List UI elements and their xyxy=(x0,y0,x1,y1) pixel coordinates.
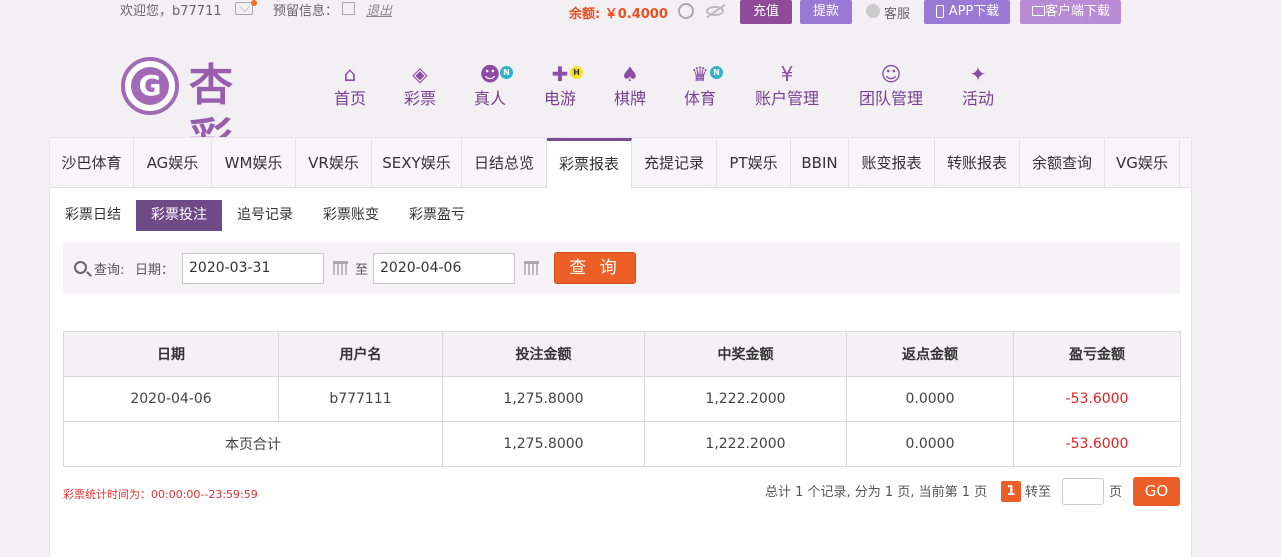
pager-goto-label: 转至 xyxy=(1025,485,1052,500)
pager-summary: 总计 1 个记录, 分为 1 页, 当前第 1 页 xyxy=(765,485,988,500)
tab-account-change[interactable]: 账变报表 xyxy=(849,138,935,188)
yen-icon: ¥ xyxy=(780,62,794,86)
cell-username: b777111 xyxy=(278,376,443,422)
pager-page-unit: 页 xyxy=(1109,485,1123,500)
end-date-input[interactable]: 2020-04-06 xyxy=(373,253,515,284)
tab-bbin[interactable]: BBIN xyxy=(791,138,849,188)
main-nav: ⌂ 首页 ◈ 彩票 ☻ 真人 N ✚ 电游 H ♠ 棋牌 ♛ 体育 N ¥ 账户… xyxy=(0,62,1281,122)
recharge-button[interactable]: 充值 xyxy=(740,0,792,24)
tab-vg[interactable]: VG娱乐 xyxy=(1105,138,1180,188)
pager-go-button[interactable]: GO xyxy=(1133,477,1180,506)
header-bet-amount: 投注金额 xyxy=(442,331,645,377)
customer-service-icon[interactable] xyxy=(866,4,880,18)
app-download-button[interactable]: APP下载 xyxy=(924,0,1010,24)
date-label: 日期： xyxy=(135,263,175,278)
header-profit-amount: 盈亏金额 xyxy=(1013,331,1181,377)
tab-sexy[interactable]: SEXY娱乐 xyxy=(372,138,462,188)
table-row: 2020-04-06 b777111 1,275.8000 1,222.2000… xyxy=(63,376,1181,422)
client-download-button[interactable]: 客户端下载 xyxy=(1020,0,1121,24)
reserved-info-label: 预留信息： xyxy=(273,4,339,19)
tab-daily-overview[interactable]: 日结总览 xyxy=(462,138,547,188)
subtab-lottery-profit[interactable]: 彩票盈亏 xyxy=(400,200,474,231)
header-date: 日期 xyxy=(63,331,279,377)
total-rebate-amount: 0.0000 xyxy=(846,421,1014,467)
tab-vr[interactable]: VR娱乐 xyxy=(296,138,372,188)
search-bar: 查询: 日期： 2020-03-31 至 2020-04-06 查 询 xyxy=(63,242,1180,294)
logout-link[interactable]: 退出 xyxy=(366,0,392,19)
nav-lottery[interactable]: ◈ 彩票 xyxy=(400,62,440,110)
pager-current-page[interactable]: 1 xyxy=(1001,481,1021,502)
search-icon xyxy=(74,261,87,274)
gift-icon: ✦ xyxy=(969,62,987,86)
tab-pt[interactable]: PT娱乐 xyxy=(717,138,791,188)
customer-service-link[interactable]: 客服 xyxy=(884,3,910,22)
tab-transfer-report[interactable]: 转账报表 xyxy=(935,138,1020,188)
cell-win-amount: 1,222.2000 xyxy=(644,376,847,422)
subtab-lottery-bets[interactable]: 彩票投注 xyxy=(136,200,222,231)
client-download-label: 客户端下载 xyxy=(1044,4,1110,19)
home-icon: ⌂ xyxy=(343,62,357,86)
total-profit-amount: -53.6000 xyxy=(1013,421,1181,467)
tab-balance-query[interactable]: 余额查询 xyxy=(1020,138,1105,188)
header-rebate-amount: 返点金额 xyxy=(846,331,1014,377)
ticket-icon: ◈ xyxy=(412,62,428,86)
tab-wm[interactable]: WM娱乐 xyxy=(212,138,296,188)
subtab-lottery-daily[interactable]: 彩票日结 xyxy=(56,200,130,231)
nav-home[interactable]: ⌂ 首页 xyxy=(330,62,370,110)
start-date-input[interactable]: 2020-03-31 xyxy=(182,253,324,284)
cards-icon: ♠ xyxy=(621,62,639,86)
new-badge: N xyxy=(710,66,723,79)
phone-icon xyxy=(936,5,944,18)
query-label: 查询: xyxy=(94,263,125,278)
report-tabs: 沙巴体育 AG娱乐 WM娱乐 VR娱乐 SEXY娱乐 日结总览 彩票报表 充提记… xyxy=(50,138,1191,189)
nav-egames[interactable]: ✚ 电游 H xyxy=(540,62,583,110)
total-win-amount: 1,222.2000 xyxy=(644,421,847,467)
table-header-row: 日期 用户名 投注金额 中奖金额 返点金额 盈亏金额 xyxy=(63,331,1181,377)
header-win-amount: 中奖金额 xyxy=(644,331,847,377)
nav-sports[interactable]: ♛ 体育 N xyxy=(680,62,723,110)
subtab-lottery-changes[interactable]: 彩票账变 xyxy=(314,200,388,231)
tab-saba-sports[interactable]: 沙巴体育 xyxy=(50,138,134,188)
app-download-label: APP下载 xyxy=(948,4,1000,19)
calendar-icon[interactable] xyxy=(333,261,348,275)
balance-amount: 余额: ￥0.4000 xyxy=(569,7,668,22)
refresh-icon[interactable] xyxy=(678,3,694,19)
top-bar: 欢迎您，b77711 预留信息： 退出 余额: ￥0.4000 充值 提款 客服… xyxy=(0,0,1281,28)
edit-icon[interactable] xyxy=(342,2,355,15)
hide-balance-icon[interactable] xyxy=(706,6,724,16)
withdraw-button[interactable]: 提款 xyxy=(800,0,852,24)
stat-time-note: 彩票统计时间为：00:00:00--23:59:59 xyxy=(63,488,258,501)
tab-ag[interactable]: AG娱乐 xyxy=(134,138,212,188)
subtab-chase-records[interactable]: 追号记录 xyxy=(228,200,302,231)
nav-account[interactable]: ¥ 账户管理 xyxy=(752,62,822,110)
to-label: 至 xyxy=(355,263,369,278)
report-panel: 沙巴体育 AG娱乐 WM娱乐 VR娱乐 SEXY娱乐 日结总览 彩票报表 充提记… xyxy=(49,137,1192,557)
calendar-icon[interactable] xyxy=(524,261,539,275)
nav-team[interactable]: ☺ 团队管理 xyxy=(856,62,926,110)
tab-lottery-report[interactable]: 彩票报表 xyxy=(547,138,632,189)
hot-badge: H xyxy=(570,66,583,79)
table-total-row: 本页合计 1,275.8000 1,222.2000 0.0000 -53.60… xyxy=(63,421,1181,467)
team-icon: ☺ xyxy=(880,62,902,86)
pager-page-input[interactable] xyxy=(1062,478,1104,505)
cell-rebate-amount: 0.0000 xyxy=(846,376,1014,422)
cell-bet-amount: 1,275.8000 xyxy=(442,376,645,422)
cell-profit-amount: -53.6000 xyxy=(1013,376,1181,422)
nav-live[interactable]: ☻ 真人 N xyxy=(470,62,513,110)
monitor-icon xyxy=(1032,6,1045,16)
nav-promotions[interactable]: ✦ 活动 xyxy=(958,62,998,110)
notification-dot xyxy=(251,0,257,6)
total-label: 本页合计 xyxy=(63,421,443,467)
new-badge: N xyxy=(500,66,513,79)
header-username: 用户名 xyxy=(278,331,443,377)
bets-table: 日期 用户名 投注金额 中奖金额 返点金额 盈亏金额 2020-04-06 b7… xyxy=(63,331,1181,467)
tab-deposit-withdraw[interactable]: 充提记录 xyxy=(632,138,717,188)
cell-date: 2020-04-06 xyxy=(63,376,279,422)
welcome-text: 欢迎您，b77711 xyxy=(120,4,222,19)
query-button[interactable]: 查 询 xyxy=(554,252,636,284)
total-bet-amount: 1,275.8000 xyxy=(442,421,645,467)
nav-chess[interactable]: ♠ 棋牌 xyxy=(610,62,650,110)
